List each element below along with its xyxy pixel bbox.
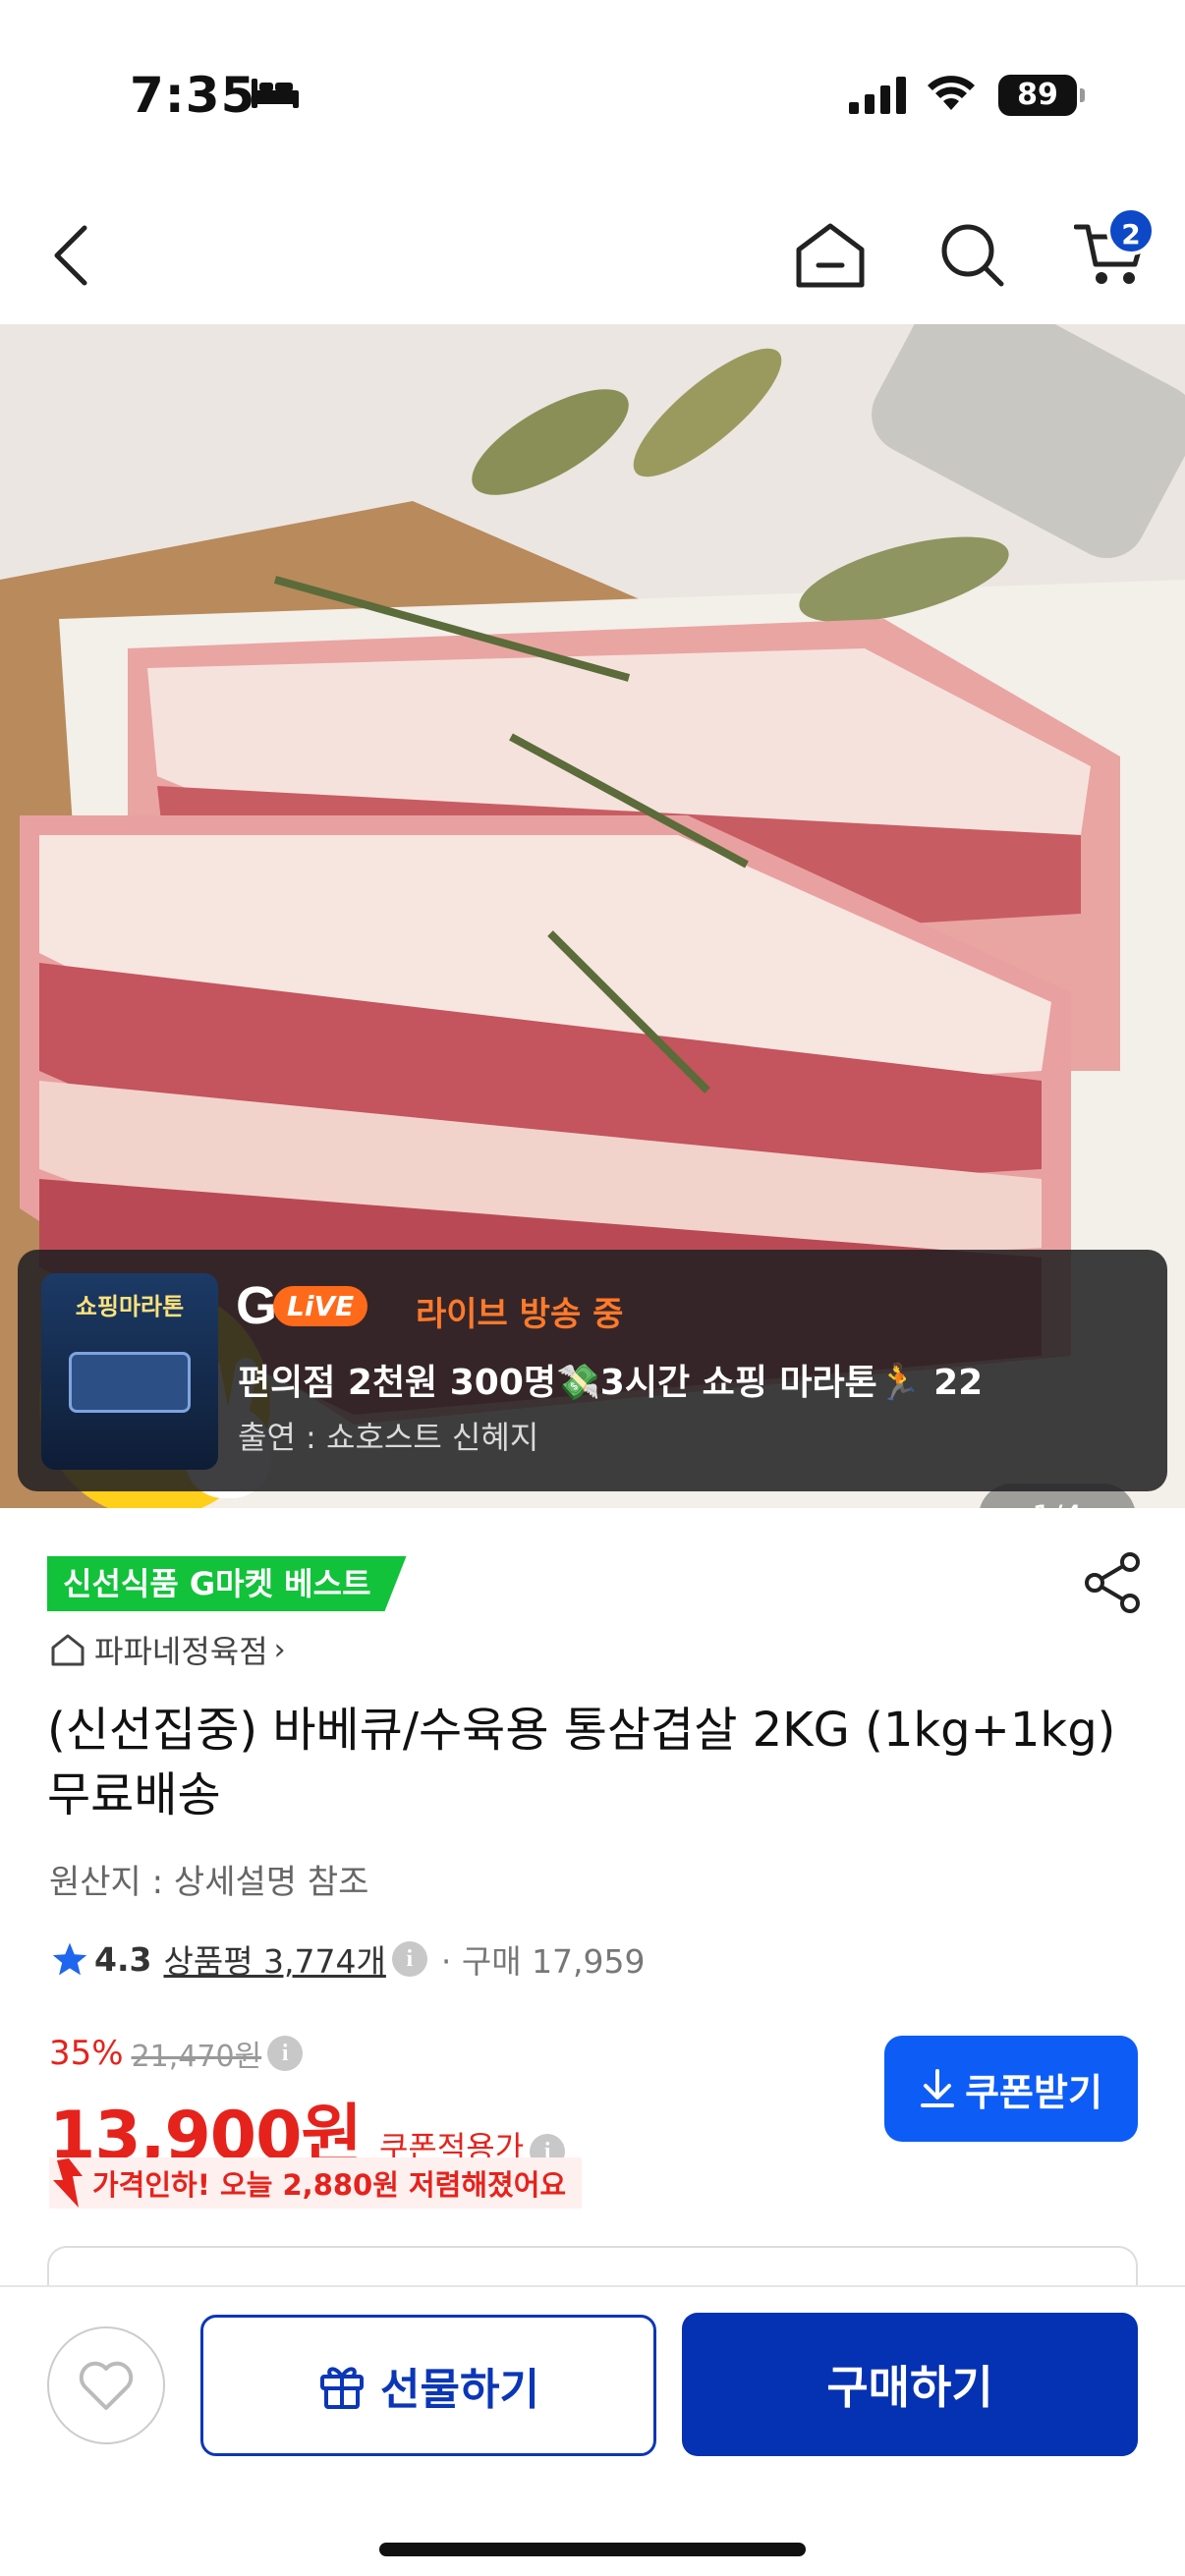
gift-button-label: 선물하기 [380,2365,539,2415]
live-status-text: 라이브 방송 중 [416,1295,624,1334]
thumbnail-board-icon [69,1352,191,1413]
home-button[interactable] [781,206,879,305]
review-count-link[interactable]: 상품평 3,774개 [163,1935,385,1983]
price-drop-notice: 가격인하! 오늘 2,880원 저렴해졌어요 [49,2157,583,2209]
wishlist-button[interactable] [47,2326,165,2444]
gift-icon [320,2367,365,2409]
battery-indicator: 89 [998,75,1085,116]
glive-logo: G LiVE [236,1276,368,1335]
store-link[interactable]: 파파네정육점 › [49,1627,286,1672]
heart-icon [79,2361,134,2410]
star-icon [52,1942,87,1976]
live-title: 편의점 2천원 300명💸3시간 쇼핑 마라톤🏃 22 [238,1363,984,1403]
purchase-count: · 구매 17,959 [440,1942,646,1981]
discount-rate: 35% [49,2034,124,2073]
store-name: 파파네정육점 [94,1633,268,1670]
wifi-icon [928,76,975,110]
best-badge: 신선식품 G마켓 베스트 [47,1556,407,1611]
sleep-mode-icon [252,79,299,108]
chevron-right-icon: › [273,1632,286,1667]
search-button[interactable] [924,206,1022,305]
live-host: 출연 : 쇼호스트 신혜지 [238,1419,539,1456]
discount-row: 35% 21,470원 i [49,2032,565,2075]
status-time: 7:35 [130,67,256,124]
share-icon[interactable] [1081,1550,1146,1615]
info-icon[interactable]: i [267,2036,304,2071]
rating-row: 4.3 상품평 3,774개 i · 구매 17,959 [51,1935,646,1983]
info-icon[interactable]: i [391,1941,427,1977]
product-title: (신선집중) 바베큐/수육용 통삼겹살 2KG (1kg+1kg) 무료배송 [47,1703,1116,1822]
live-broadcast-banner[interactable]: 쇼핑마라톤 G LiVE 라이브 방송 중 편의점 2천원 300명💸3시간 쇼… [18,1250,1167,1491]
glive-logo-live: LiVE [273,1285,368,1326]
home-icon [796,223,865,288]
glive-logo-g: G [236,1276,278,1335]
buy-button[interactable]: 구매하기 [682,2313,1138,2456]
price-block: 35% 21,470원 i 13,900원 쿠폰적용가 i [49,2032,566,2178]
rating-value: 4.3 [94,1939,152,1979]
cellular-signal-icon [849,77,906,114]
price-down-icon [53,2158,83,2208]
bottom-action-bar: 선물하기 구매하기 [0,2285,1185,2576]
live-thumbnail-title: 쇼핑마라톤 [75,1293,185,1320]
store-home-icon [51,1634,85,1666]
gift-button[interactable]: 선물하기 [200,2315,656,2456]
product-origin: 원산지 : 상세설명 참조 [49,1863,369,1902]
coupon-button-label: 쿠폰받기 [965,2070,1102,2114]
search-icon [941,224,1004,287]
home-indicator [379,2543,806,2556]
download-icon [921,2069,955,2107]
cart-count-badge: 2 [1106,206,1156,255]
coupon-download-button[interactable]: 쿠폰받기 [884,2036,1138,2142]
back-button[interactable] [22,206,120,305]
original-price: 21,470원 [131,2040,262,2074]
status-bar: 7:35 89 [0,0,1185,187]
cart-button[interactable]: 2 [1061,206,1159,305]
back-icon [54,225,87,286]
price-drop-text: 가격인하! 오늘 2,880원 저렴해졌어요 [92,2168,567,2202]
nav-bar: 2 [0,187,1185,324]
live-thumbnail: 쇼핑마라톤 [41,1273,218,1470]
